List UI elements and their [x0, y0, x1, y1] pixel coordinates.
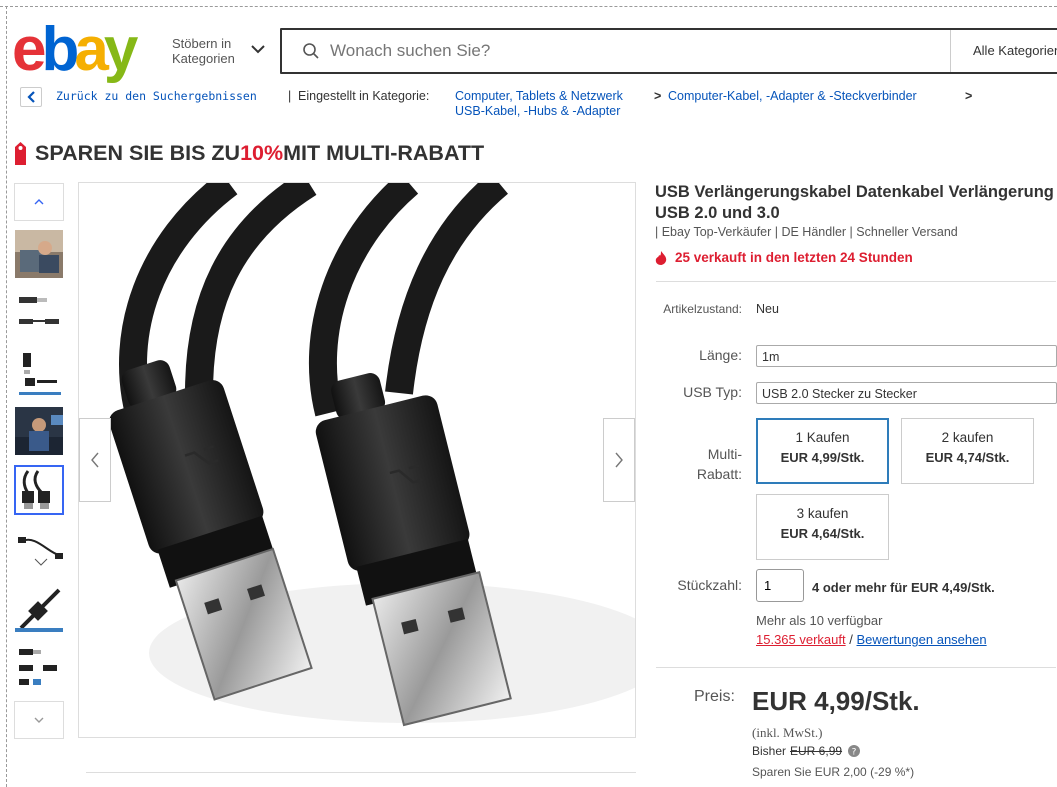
multi-rabatt-label: Multi- Rabatt: [650, 444, 742, 484]
availability-text: Mehr als 10 verfügbar [756, 613, 883, 628]
product-subtitle: | Ebay Top-Verkäufer | DE Händler | Schn… [655, 225, 958, 239]
chevron-down-icon[interactable] [249, 40, 267, 58]
promo-banner: SPAREN SIE BIS ZU 10% MIT MULTI-RABATT [12, 141, 484, 166]
thumbnail-up-button[interactable] [14, 183, 64, 221]
breadcrumb-computer-tablets[interactable]: Computer, Tablets & Netzwerk [455, 89, 623, 103]
chevron-up-icon [34, 199, 44, 205]
tag-icon [15, 142, 26, 165]
breadcrumb-arrow: > [965, 89, 973, 103]
search-icon [303, 43, 319, 59]
was-label: Bisher [752, 744, 787, 758]
promo-percent: 10% [240, 141, 284, 165]
tier-1-button[interactable]: 1 Kaufen EUR 4,99/Stk. [756, 418, 889, 484]
breadcrumb-separator: | [288, 89, 292, 103]
multi-label-line1: Multi- [707, 446, 742, 462]
frame-left-border [6, 6, 7, 787]
image-divider [86, 772, 636, 773]
thumbnail-3[interactable] [14, 347, 64, 397]
thumbnail-1[interactable] [14, 229, 64, 279]
category-label: Eingestellt in Kategorie: [298, 89, 430, 103]
back-to-results-link[interactable]: Zurück zu den Suchergebnissen [56, 89, 257, 103]
search-bar: Alle Kategorien [280, 28, 1057, 74]
breadcrumb-usb-kabel[interactable]: USB-Kabel, -Hubs & -Adapter [455, 104, 620, 118]
chevron-down-icon [34, 717, 44, 723]
length-label: Länge: [699, 347, 742, 363]
image-prev-button[interactable] [79, 418, 111, 502]
quantity-input[interactable] [756, 569, 804, 602]
was-price: EUR 6,99 [790, 744, 843, 758]
promo-text-end: MIT MULTI-RABATT [283, 141, 485, 165]
thumbnail-6[interactable] [14, 524, 64, 574]
quantity-label: Stückzahl: [677, 577, 742, 593]
price-value: EUR 4,99/Stk. [752, 686, 920, 716]
usb-cable-image: ⌥ ⌥ [79, 183, 635, 737]
thumbnail-down-button[interactable] [14, 701, 64, 739]
main-product-image[interactable]: ⌥ ⌥ [78, 182, 636, 738]
promo-text: SPAREN SIE BIS ZU [35, 141, 241, 165]
usb-type-select[interactable]: USB 2.0 Stecker zu Stecker [756, 382, 1057, 404]
condition-label: Artikelzustand: [663, 302, 742, 316]
tier-price: EUR 4,74/Stk. [925, 450, 1010, 465]
tier-qty: 2 kaufen [941, 430, 994, 445]
svg-text:?: ? [852, 748, 857, 758]
tier-price: EUR 4,99/Stk. [780, 450, 865, 465]
browse-label-line1: Stöbern in [172, 36, 232, 51]
category-select[interactable]: Alle Kategorien [950, 30, 1057, 72]
breadcrumb-computer-kabel[interactable]: Computer-Kabel, -Adapter & -Steckverbind… [668, 89, 917, 103]
tier-qty: 3 kaufen [796, 506, 849, 521]
usb-type-label: USB Typ: [683, 384, 742, 400]
browse-categories-button[interactable]: Stöbern in Kategorien [172, 36, 235, 66]
quantity-offer: 4 oder mehr für EUR 4,49/Stk. [812, 580, 995, 595]
thumbnail-4[interactable] [14, 406, 64, 456]
ebay-logo[interactable]: ebay [12, 19, 138, 82]
back-button[interactable] [20, 87, 42, 107]
browse-label-line2: Kategorien [172, 51, 235, 66]
multi-label-line2: Rabatt: [696, 466, 742, 482]
tier-3-button[interactable]: 3 kaufen EUR 4,64/Stk. [756, 494, 889, 560]
sold-recent-notice: 25 verkauft in den letzten 24 Stunden [655, 250, 913, 265]
thumbnail-5-selected[interactable] [14, 465, 64, 515]
product-title: USB Verlängerungskabel Datenkabel Verlän… [655, 183, 1054, 222]
chevron-left-icon [27, 91, 35, 103]
reviews-link[interactable]: Bewertungen ansehen [857, 632, 987, 647]
info-icon[interactable]: ? [848, 745, 861, 758]
divider [656, 281, 1056, 282]
thumbnail-7[interactable] [14, 583, 64, 633]
frame-top-border [0, 6, 1057, 7]
fire-icon [655, 250, 667, 265]
tier-2-button[interactable]: 2 kaufen EUR 4,74/Stk. [901, 418, 1034, 484]
thumbnail-2[interactable] [14, 288, 64, 338]
savings-text: Sparen Sie EUR 2,00 (-29 %*) [752, 765, 915, 779]
was-price-line: Bisher EUR 6,99 ? [752, 744, 861, 758]
divider [656, 667, 1056, 668]
tier-price: EUR 4,64/Stk. [780, 526, 865, 541]
condition-value: Neu [756, 302, 779, 316]
search-input[interactable] [330, 41, 930, 61]
price-label: Preis: [694, 688, 735, 705]
chevron-left-icon [91, 452, 99, 468]
length-select[interactable]: 1m [756, 345, 1057, 367]
sold-review-line: 15.365 verkauft / Bewertungen ansehen [756, 632, 987, 647]
tier-qty: 1 Kaufen [795, 430, 850, 445]
chevron-right-icon [615, 452, 623, 468]
image-next-button[interactable] [603, 418, 635, 502]
vat-note: (inkl. MwSt.) [752, 725, 823, 740]
sold-total-link[interactable]: 15.365 verkauft [756, 632, 846, 647]
breadcrumb-arrow: > [654, 89, 662, 103]
thumbnail-8[interactable] [14, 642, 64, 692]
slash-separator: / [849, 632, 853, 647]
sold-recent-text: 25 verkauft in den letzten 24 Stunden [675, 250, 913, 265]
